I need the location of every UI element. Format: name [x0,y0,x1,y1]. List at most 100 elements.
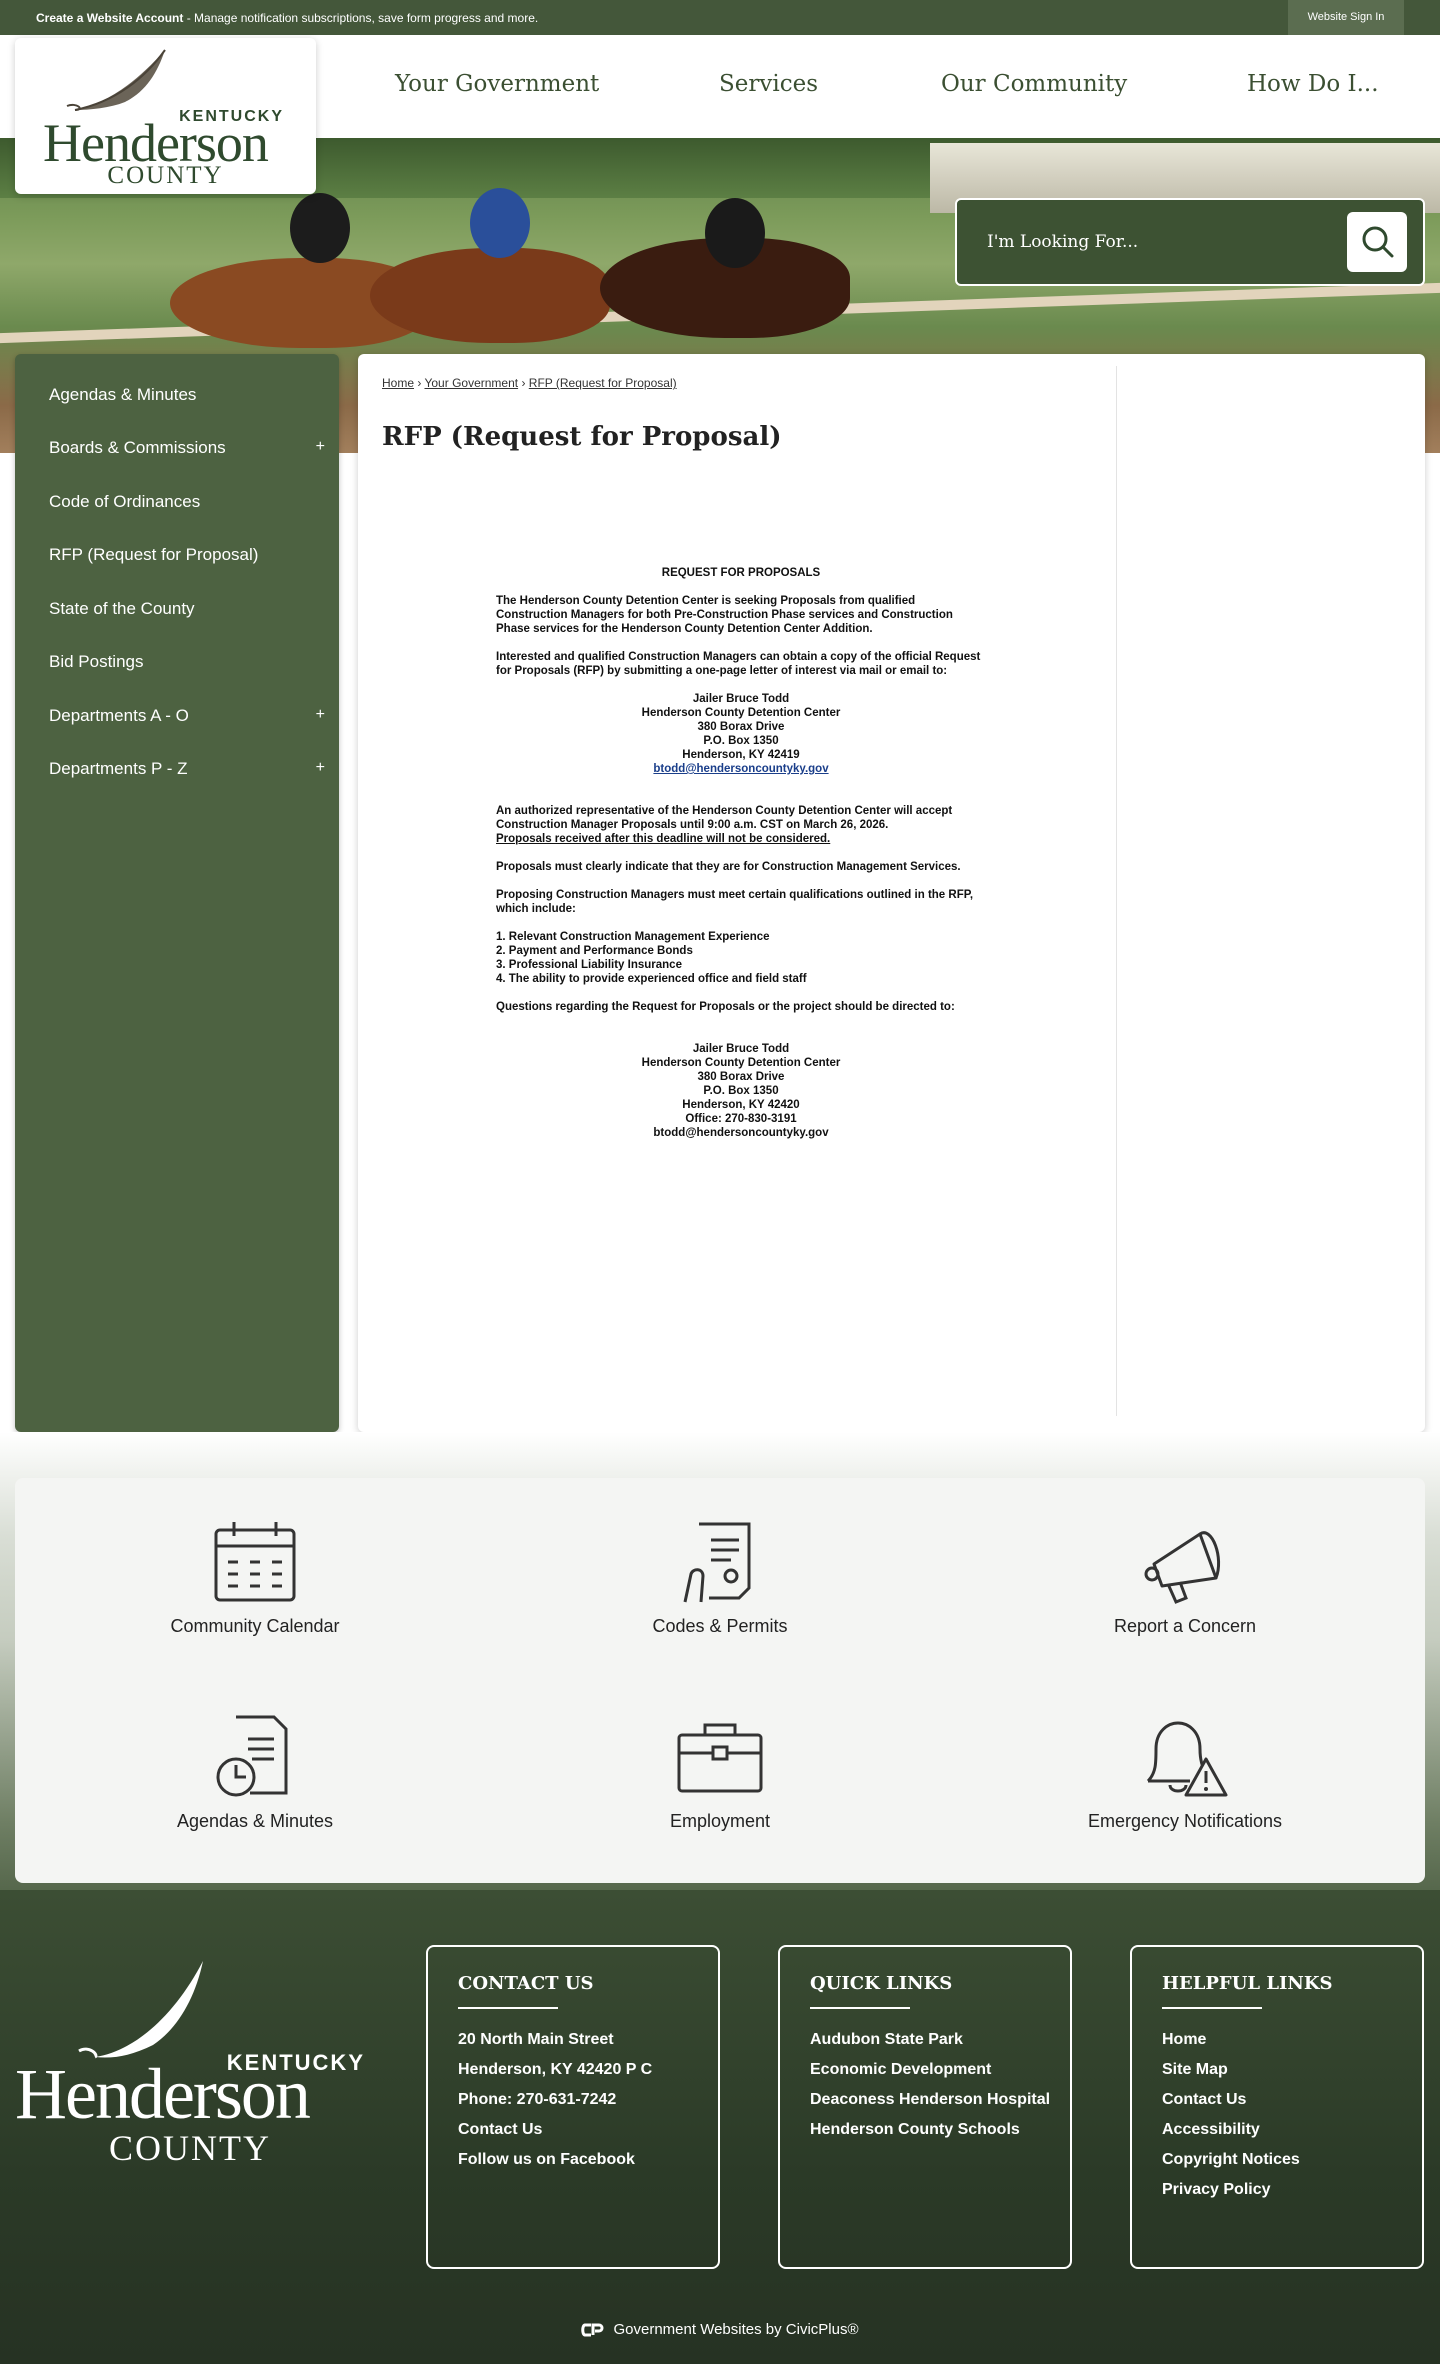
contact-name: Jailer Bruce Todd [692,693,790,705]
footer-link[interactable]: Deaconess Henderson Hospital [810,2089,1060,2111]
contact-block: Jailer Bruce Todd Henderson County Deten… [496,1042,986,1140]
civicplus-credit[interactable]: Government Websites by CivicPlus® [0,2321,1440,2338]
quicklink-report-concern[interactable]: Report a Concern [1035,1518,1335,1637]
sign-in-button[interactable]: Website Sign In [1288,0,1404,35]
qualifications-list: 1. Relevant Construction Management Expe… [496,930,986,986]
civicplus-text: Government Websites by CivicPlus® [613,2321,859,2338]
site-search[interactable]: I'm Looking For... [955,198,1425,286]
sidebar-item-rfp[interactable]: RFP (Request for Proposal) [49,545,258,565]
quicklink-community-calendar[interactable]: Community Calendar [105,1518,405,1637]
contact-street: 380 Borax Drive [697,1071,785,1083]
contact-org: Henderson County Detention Center [641,707,841,719]
heading-underline [810,2007,910,2009]
contact-block: Jailer Bruce Todd Henderson County Deten… [496,692,986,776]
quicklink-agendas-minutes[interactable]: Agendas & Minutes [105,1713,405,1832]
create-account-link[interactable]: Create a Website Account [36,11,183,25]
expand-icon[interactable]: + [316,759,325,777]
list-item: 1. Relevant Construction Management Expe… [496,931,770,943]
contact-box: P.O. Box 1350 [703,735,779,747]
footer-link[interactable]: Economic Development [810,2059,1060,2081]
list-item: 2. Payment and Performance Bonds [496,945,693,957]
breadcrumb-your-government[interactable]: Your Government [424,376,518,390]
sidebar-item-ordinances[interactable]: Code of Ordinances [49,492,200,512]
site-logo[interactable]: KENTUCKY Henderson COUNTY [15,38,316,194]
expand-icon[interactable]: + [316,706,325,724]
search-button[interactable] [1347,212,1407,272]
footer-heading: HELPFUL LINKS [1162,1973,1333,1994]
calendar-icon [214,1522,296,1602]
deadline-text: An authorized representative of the Hend… [496,805,953,831]
contact-city: Henderson, KY 42420 [682,1099,800,1111]
contact-org: Henderson County Detention Center [641,1057,841,1069]
sidebar-item-departments-p-z[interactable]: Departments P - Z [49,759,188,779]
footer-link[interactable]: Privacy Policy [1162,2179,1412,2201]
briefcase-icon [677,1723,763,1793]
quicklink-codes-permits[interactable]: Codes & Permits [570,1518,870,1637]
main-content: Home › Your Government › RFP (Request fo… [358,354,1425,1432]
breadcrumb: Home › Your Government › RFP (Request fo… [382,376,677,390]
megaphone-icon [1144,1531,1221,1604]
column-divider [1116,366,1117,1416]
bell-alert-icon [1146,1721,1228,1797]
footer-heading: CONTACT US [458,1973,594,1994]
rfp-document: REQUEST FOR PROPOSALS The Henderson Coun… [496,566,986,1140]
rider-image [470,188,530,258]
document-paragraph: Questions regarding the Request for Prop… [496,1001,955,1013]
top-bar: Create a Website Account - Manage notifi… [0,0,1440,35]
footer-link-contact-us[interactable]: Contact Us [458,2119,708,2141]
permit-document-icon [683,1522,751,1603]
rider-image [705,198,765,268]
quicklink-emergency-notifications[interactable]: Emergency Notifications [1035,1713,1335,1832]
search-input[interactable]: I'm Looking For... [987,232,1138,252]
horse-image [370,248,610,343]
breadcrumb-home[interactable]: Home [382,376,414,390]
rider-image [290,193,350,263]
sidebar-item-departments-a-o[interactable]: Departments A - O [49,706,189,726]
sidebar-item-agendas[interactable]: Agendas & Minutes [49,385,196,405]
footer-phone: Phone: 270-631-7242 [458,2091,617,2108]
document-clock-icon [216,1715,288,1797]
sidebar-item-boards[interactable]: Boards & Commissions [49,438,226,458]
footer-link-facebook[interactable]: Follow us on Facebook [458,2149,708,2171]
expand-icon[interactable]: + [316,438,325,456]
footer-link[interactable]: Copyright Notices [1162,2149,1412,2171]
footer-logo-county: COUNTY [109,2128,271,2168]
heading-underline [458,2007,558,2009]
page-title: RFP (Request for Proposal) [382,422,782,452]
footer-link[interactable]: Audubon State Park [810,2029,1060,2051]
footer-contact-us: CONTACT US 20 North Main Street Henderso… [426,1945,720,2269]
footer-city: Henderson, KY 42420 P C [458,2061,653,2078]
deadline-warning: Proposals received after this deadline w… [496,833,831,845]
footer-logo[interactable]: KENTUCKY Henderson COUNTY [15,1955,365,2175]
contact-email: btodd@hendersoncountyky.gov [653,1127,829,1139]
nav-our-community[interactable]: Our Community [941,71,1127,97]
civicplus-logo-icon [581,2323,604,2337]
main-nav: Your Government Services Our Community H… [340,35,1440,138]
logo-county: COUNTY [107,162,224,189]
quicklink-employment[interactable]: Employment [570,1713,870,1832]
sidebar-item-state-of-county[interactable]: State of the County [49,599,195,619]
footer-logo-name: Henderson [15,2054,311,2134]
footer-link[interactable]: Contact Us [1162,2089,1412,2111]
list-item: 3. Professional Liability Insurance [496,959,682,971]
quicklink-label: Report a Concern [1113,1616,1257,1636]
contact-box: P.O. Box 1350 [703,1085,779,1097]
nav-how-do-i[interactable]: How Do I... [1247,71,1379,97]
footer-link[interactable]: Accessibility [1162,2119,1412,2141]
search-icon [1362,226,1394,258]
document-paragraph: Interested and qualified Construction Ma… [496,651,981,677]
quicklink-label: Codes & Permits [652,1616,788,1636]
sidebar-nav: Agendas & Minutes Boards & Commissions +… [15,354,339,1432]
sidebar-item-bid-postings[interactable]: Bid Postings [49,652,144,672]
contact-email-link[interactable]: btodd@hendersoncountyky.gov [653,763,828,775]
footer-link[interactable]: Henderson County Schools [810,2119,1060,2141]
contact-city: Henderson, KY 42419 [682,749,800,761]
quicklink-label: Emergency Notifications [1087,1811,1283,1831]
footer-link[interactable]: Site Map [1162,2059,1412,2081]
document-paragraph: Proposing Construction Managers must mee… [496,889,974,915]
document-heading: REQUEST FOR PROPOSALS [661,567,821,579]
footer-link[interactable]: Home [1162,2029,1412,2051]
breadcrumb-rfp[interactable]: RFP (Request for Proposal) [529,376,677,390]
nav-services[interactable]: Services [719,71,818,97]
nav-your-government[interactable]: Your Government [395,71,599,97]
